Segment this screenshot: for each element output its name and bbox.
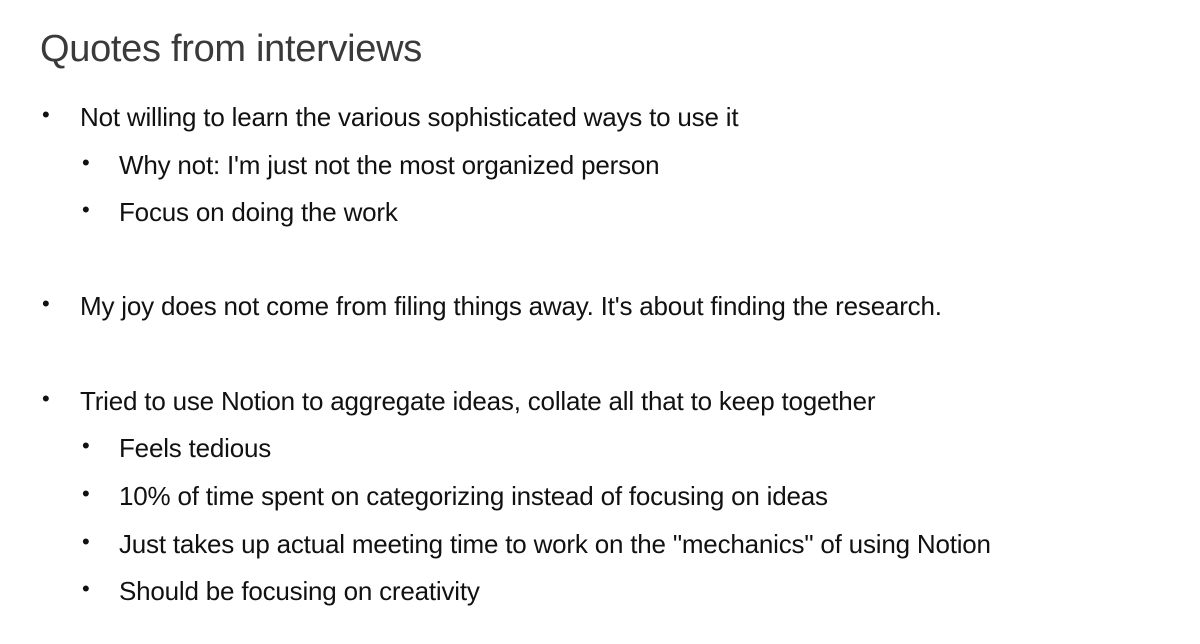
list-item-text: My joy does not come from filing things … [80, 291, 942, 321]
bullet-icon: • [42, 102, 50, 127]
bullet-icon: • [82, 529, 90, 554]
list-item: • Why not: I'm just not the most organize… [82, 150, 660, 181]
list-item: • My joy does not come from filing things… [42, 291, 942, 322]
list-item: • Should be focusing on creativity [82, 576, 480, 607]
list-item: • Not willing to learn the various sophis… [42, 102, 739, 133]
bullet-icon: • [82, 433, 90, 458]
list-item-text: Focus on doing the work [119, 197, 398, 227]
list-item: • Focus on doing the work [82, 197, 398, 228]
list-item: • 10% of time spent on categorizing inste… [82, 481, 828, 512]
list-item: • Tried to use Notion to aggregate ideas,… [42, 386, 876, 417]
list-item-text: 10% of time spent on categorizing instea… [119, 481, 828, 511]
bullet-icon: • [82, 197, 90, 222]
bullet-icon: • [42, 291, 50, 316]
bullet-icon: • [82, 481, 90, 506]
list-item-text: Not willing to learn the various sophist… [80, 102, 739, 132]
list-item-text: Tried to use Notion to aggregate ideas, … [80, 386, 876, 416]
list-item-text: Just takes up actual meeting time to wor… [119, 529, 991, 559]
list-item: • Just takes up actual meeting time to wo… [82, 529, 991, 560]
bullet-icon: • [82, 576, 90, 601]
page-title: Quotes from interviews [40, 28, 422, 70]
bullet-icon: • [82, 150, 90, 175]
bullet-icon: • [42, 386, 50, 411]
list-item-text: Feels tedious [119, 433, 272, 463]
list-item-text: Why not: I'm just not the most organized… [119, 150, 660, 180]
list-item: • Feels tedious [82, 433, 272, 464]
list-item-text: Should be focusing on creativity [119, 576, 480, 606]
